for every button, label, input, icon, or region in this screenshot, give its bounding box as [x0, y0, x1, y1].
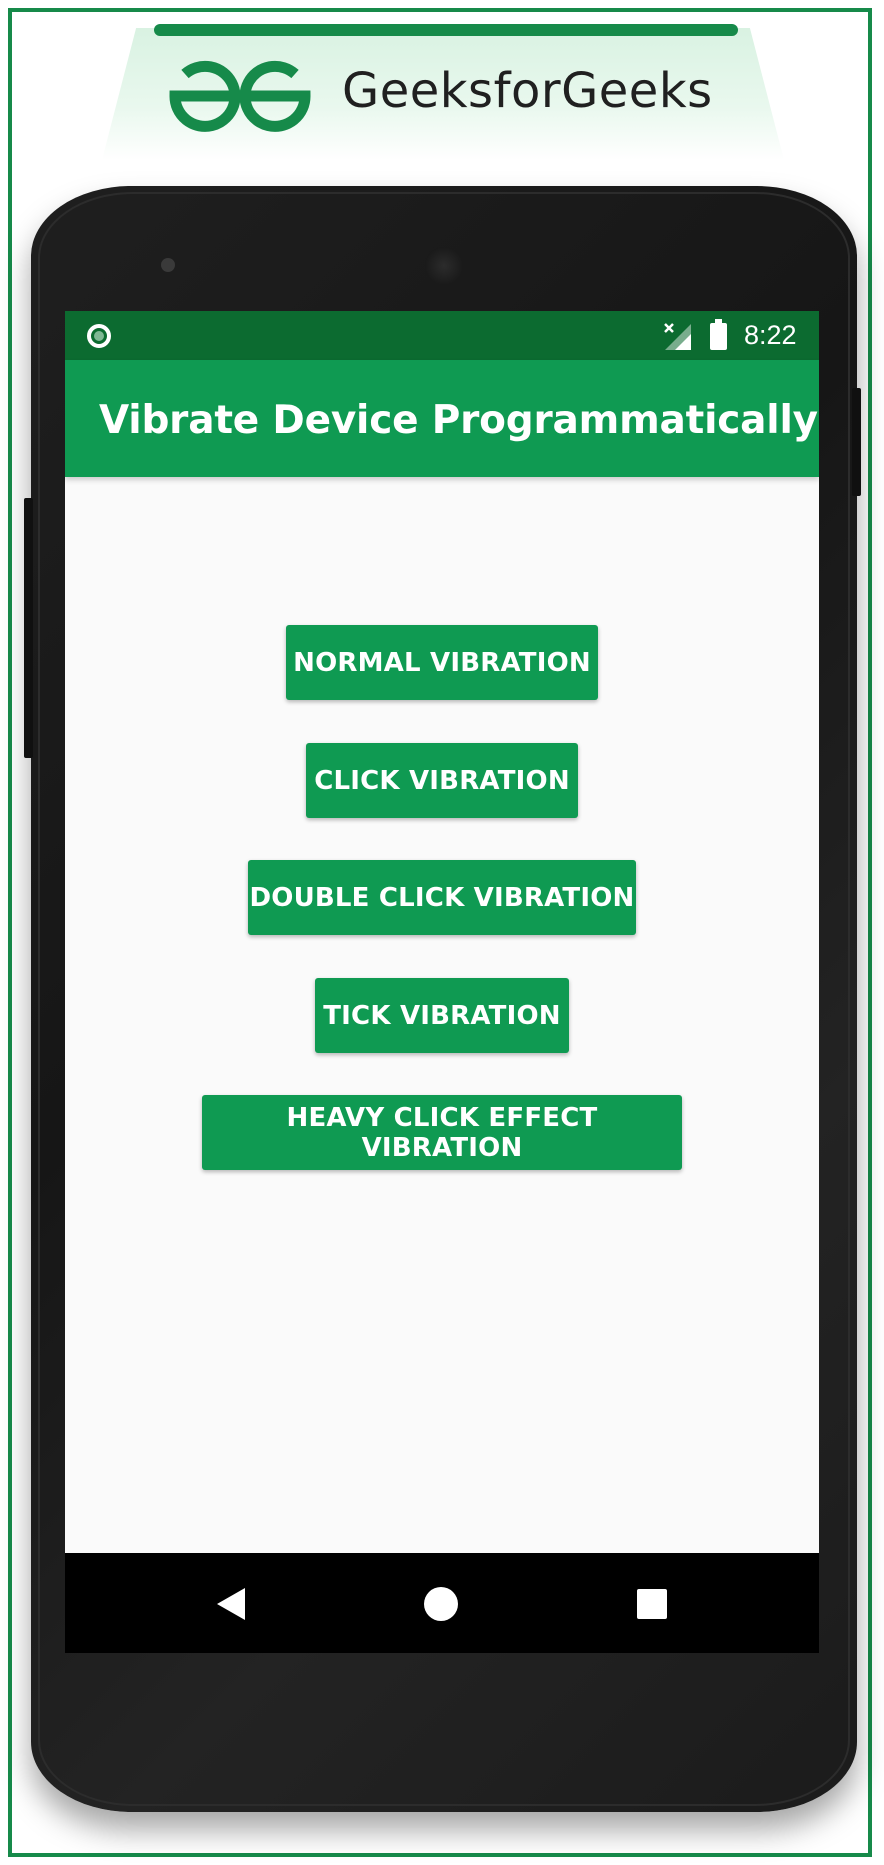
- status-time: 8:22: [744, 320, 797, 350]
- double-click-vibration-button[interactable]: DOUBLE CLICK VIBRATION: [248, 860, 636, 935]
- logo-bar: [154, 24, 738, 36]
- click-vibration-button[interactable]: CLICK VIBRATION: [306, 743, 578, 818]
- app-toolbar: Vibrate Device Programmatically: [65, 360, 819, 477]
- volume-button: [24, 498, 33, 758]
- home-icon[interactable]: [424, 1587, 458, 1621]
- battery-icon: [710, 319, 727, 350]
- front-camera: [161, 258, 175, 272]
- status-bar: 8:22: [65, 311, 819, 360]
- normal-vibration-button[interactable]: NORMAL VIBRATION: [286, 625, 598, 700]
- heavy-click-effect-vibration-button[interactable]: HEAVY CLICK EFFECT VIBRATION: [202, 1095, 682, 1170]
- circle-notification-icon: [87, 324, 111, 348]
- tick-vibration-button[interactable]: TICK VIBRATION: [315, 978, 569, 1053]
- gfg-logo-icon: [169, 60, 311, 132]
- earpiece: [425, 247, 463, 285]
- recents-icon[interactable]: [637, 1589, 667, 1619]
- power-button: [852, 388, 861, 496]
- phone-screen: 8:22 Vibrate Device Programmatically NOR…: [65, 311, 819, 1653]
- toolbar-title: Vibrate Device Programmatically: [99, 398, 818, 443]
- brand-name: GeeksforGeeks: [342, 63, 713, 119]
- signal-off-icon: [664, 323, 691, 350]
- navigation-bar: [65, 1553, 819, 1653]
- back-icon[interactable]: [217, 1588, 245, 1620]
